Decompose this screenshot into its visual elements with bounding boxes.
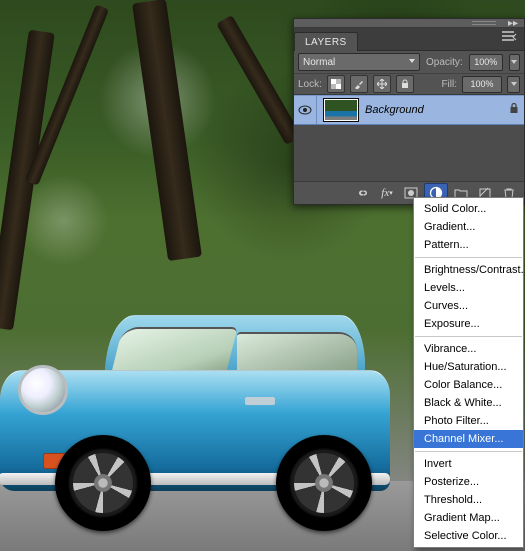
menu-item[interactable]: Solid Color... [414,200,523,218]
lock-brush-icon[interactable] [350,75,368,93]
layer-name[interactable]: Background [365,104,504,116]
opacity-stepper[interactable] [509,54,520,71]
menu-item[interactable]: Gradient... [414,218,523,236]
lock-indicator-icon [504,103,524,117]
lock-label: Lock: [298,79,322,90]
link-layers-icon[interactable] [352,184,374,202]
lock-transparent-icon[interactable] [327,75,345,93]
visibility-toggle[interactable] [294,96,317,124]
menu-separator [415,451,522,452]
menu-item[interactable]: Gradient Map... [414,509,523,527]
adjustment-layer-menu: Solid Color...Gradient...Pattern... Brigh… [413,197,524,548]
opacity-label: Opacity: [426,57,463,68]
menu-item[interactable]: Levels... [414,279,523,297]
blend-mode-value: Normal [303,57,335,68]
menu-separator [415,336,522,337]
menu-item[interactable]: Channel Mixer... [414,430,523,448]
menu-item[interactable]: Photo Filter... [414,412,523,430]
menu-item[interactable]: Selective Color... [414,527,523,545]
menu-item[interactable]: Threshold... [414,491,523,509]
fill-label: Fill: [441,79,457,90]
opacity-field[interactable]: 100% [469,54,503,71]
menu-item[interactable]: Posterize... [414,473,523,491]
menu-item[interactable]: Exposure... [414,315,523,333]
lock-move-icon[interactable] [373,75,391,93]
panel-menu-icon[interactable] [502,31,520,45]
tab-layers[interactable]: LAYERS [294,32,358,51]
menu-item[interactable]: Brightness/Contrast... [414,261,523,279]
layer-row[interactable]: Background [294,95,524,125]
car [0,311,410,541]
eye-icon [298,105,312,115]
lock-all-icon[interactable] [396,75,414,93]
menu-item[interactable]: Hue/Saturation... [414,358,523,376]
layer-thumbnail[interactable] [323,98,359,122]
menu-item[interactable]: Black & White... [414,394,523,412]
layer-fx-icon[interactable]: fx▾ [376,184,398,202]
layer-list: Background [294,95,524,181]
menu-item[interactable]: Curves... [414,297,523,315]
menu-item[interactable]: Color Balance... [414,376,523,394]
menu-item[interactable]: Invert [414,455,523,473]
fill-field[interactable]: 100% [462,76,502,93]
layers-panel: ▸▸ LAYERS Normal Opacity: 100% Lock: Fil… [293,18,525,205]
panel-drag-bar[interactable]: ▸▸ [294,19,524,28]
menu-separator [415,257,522,258]
fill-stepper[interactable] [507,76,520,93]
blend-mode-select[interactable]: Normal [298,53,420,71]
menu-item[interactable]: Pattern... [414,236,523,254]
menu-item[interactable]: Vibrance... [414,340,523,358]
